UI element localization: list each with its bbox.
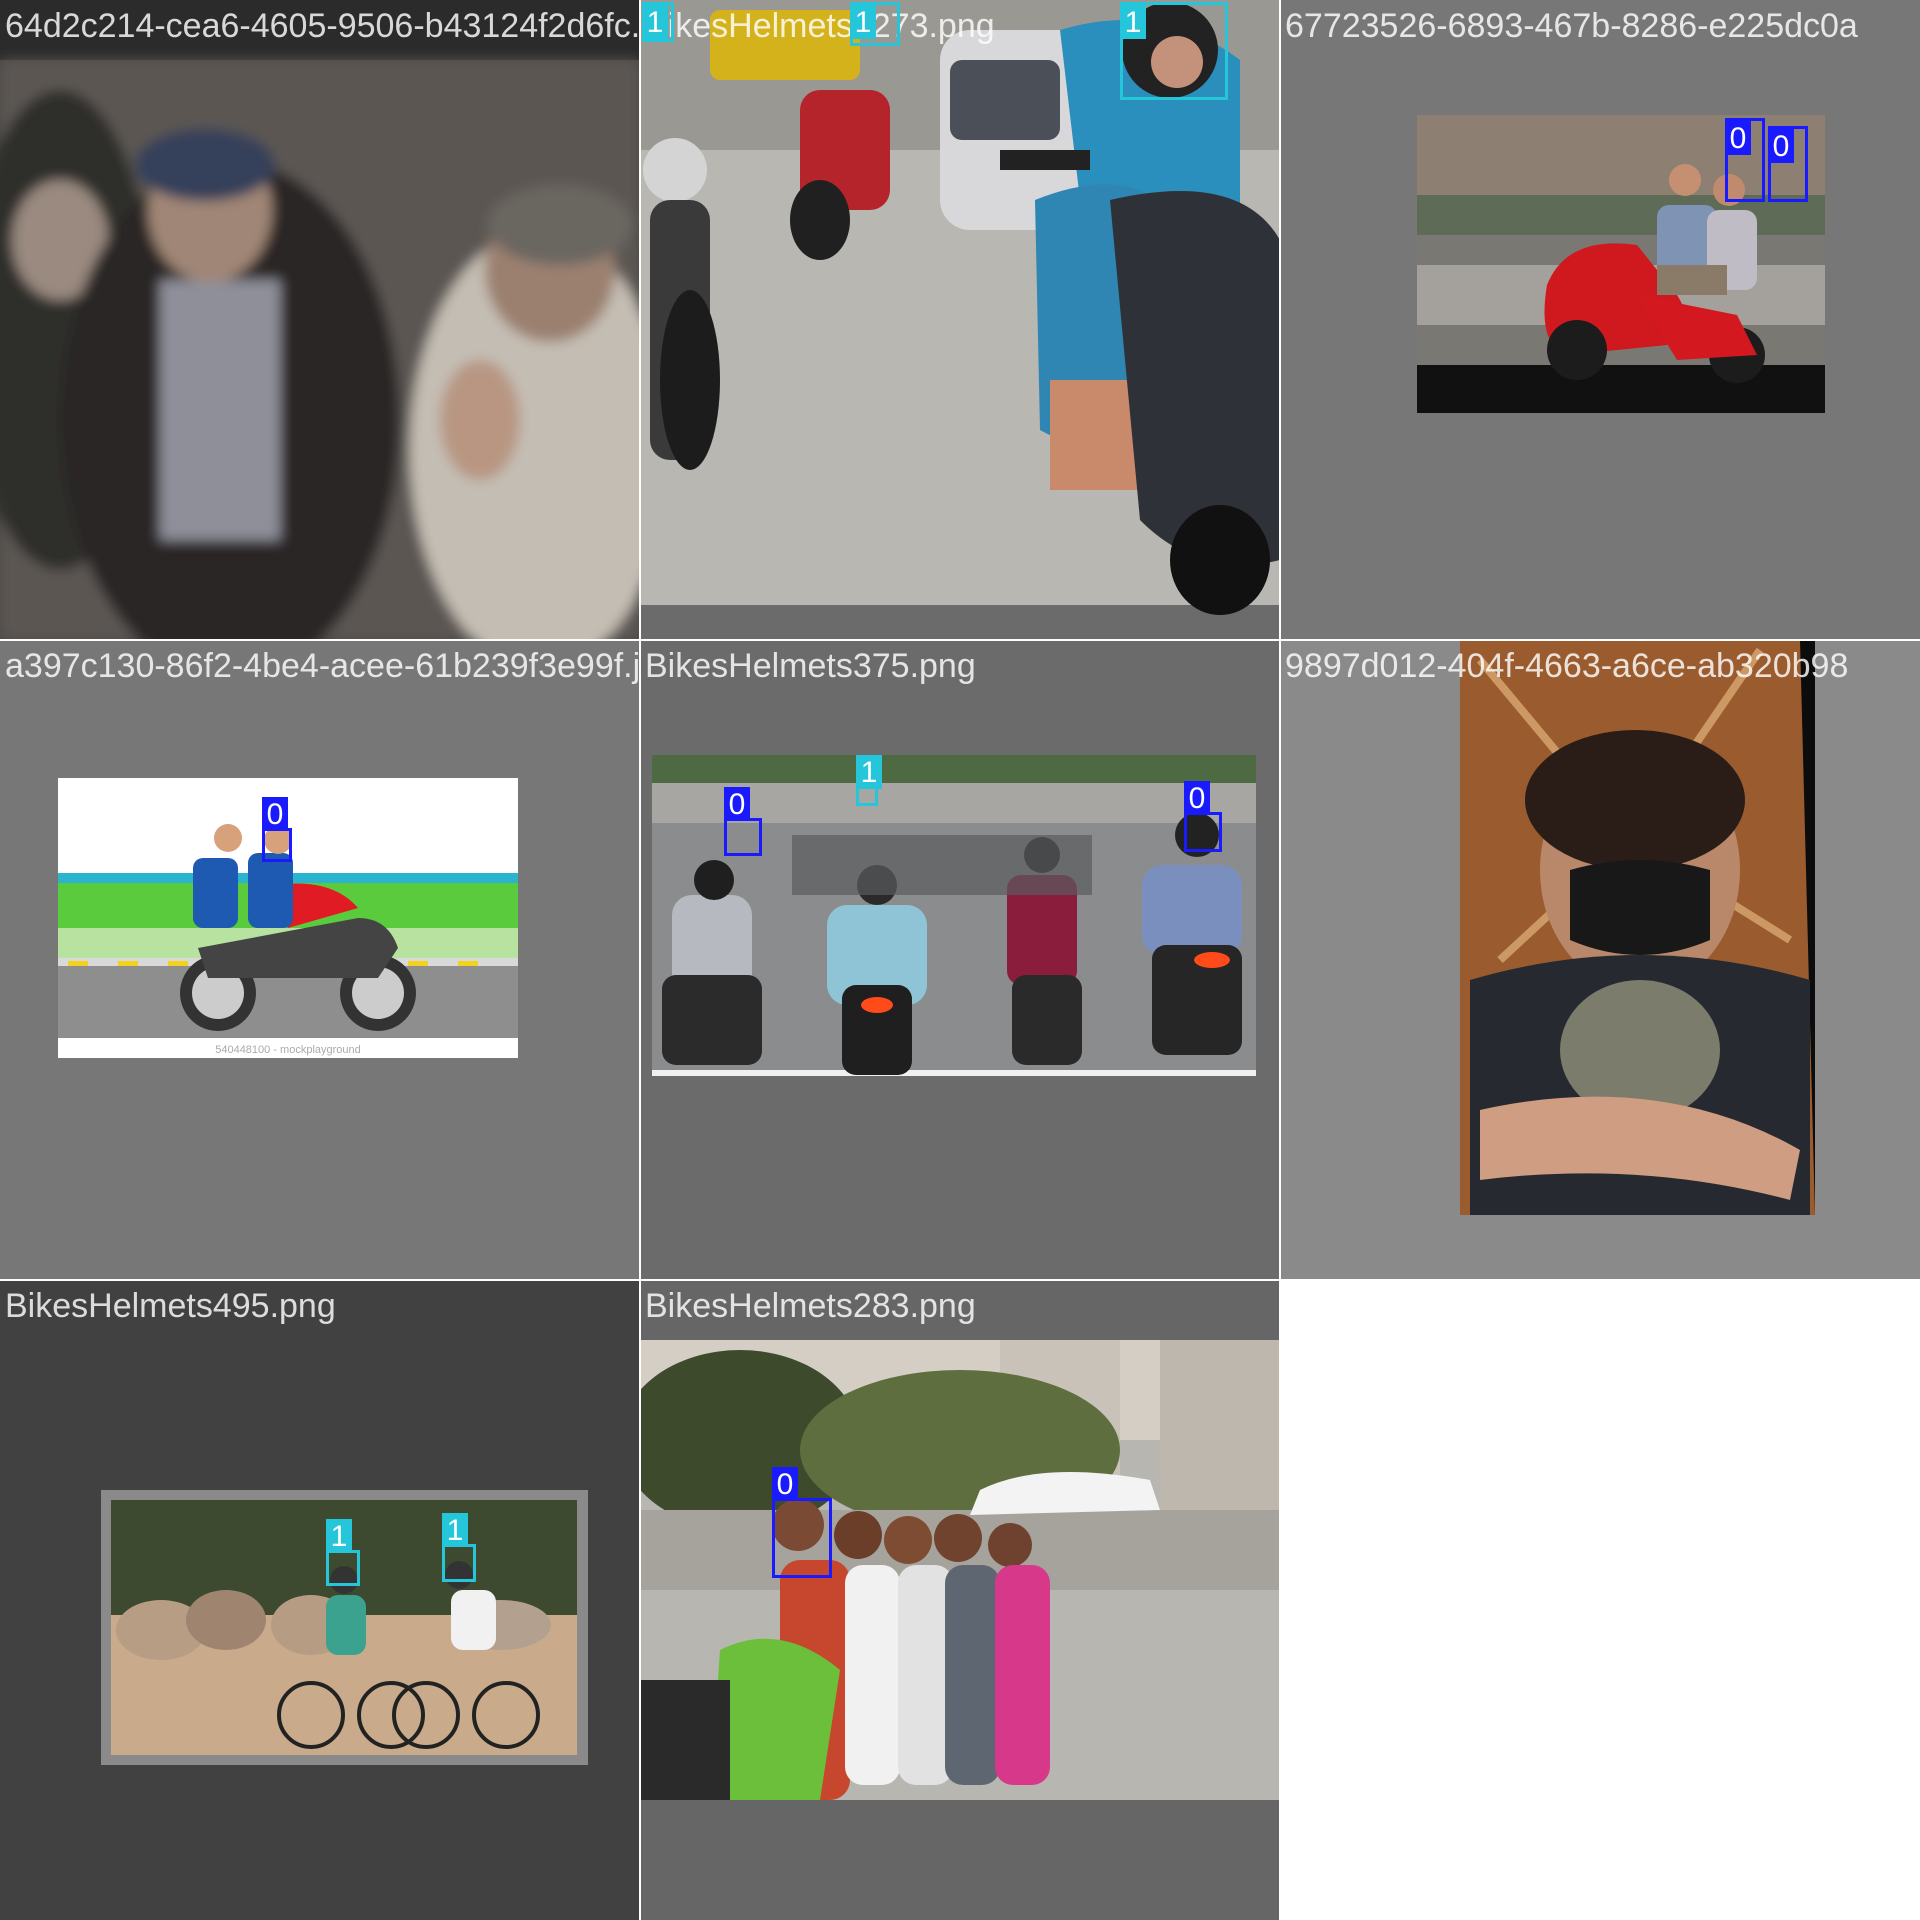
detection-box[interactable]: 1 — [442, 1513, 476, 1582]
detection-box[interactable]: 0 — [1725, 118, 1765, 202]
tile-filename: BikesHelmets375.png — [645, 647, 976, 685]
tile-filename: BikesHelmets1273.png — [645, 7, 995, 45]
detection-box[interactable]: 0 — [1768, 126, 1808, 202]
tile-filename: 9897d012-404f-4663-a6ce-ab320b98 — [1285, 647, 1849, 685]
tile-image-2[interactable]: 67723526-6893-467b-8286-e225dc0a 0 0 — [1280, 0, 1920, 640]
tile-image-1[interactable]: BikesHelmets1273.png 1 1 1 — [640, 0, 1280, 640]
detection-box[interactable]: 1 — [326, 1519, 360, 1586]
detection-class-label: 1 — [442, 1513, 468, 1547]
grid-divider — [639, 0, 641, 1920]
detection-class-label: 0 — [1184, 781, 1210, 815]
detection-class-label: 0 — [724, 787, 750, 821]
detection-class-label: 1 — [850, 5, 876, 39]
tile-filename: 67723526-6893-467b-8286-e225dc0a — [1285, 7, 1858, 45]
photo-red-scooter — [1280, 0, 1920, 640]
detection-box[interactable]: 1 — [856, 755, 882, 806]
detection-class-label: 0 — [1768, 129, 1794, 163]
grid-divider — [0, 639, 1920, 641]
tile-filename: a397c130-86f2-4be4-acee-61b239f3e99f.jpg — [5, 647, 640, 685]
photo-traffic-riders — [640, 640, 1280, 1280]
detection-box[interactable]: 1 — [850, 2, 900, 46]
photo-masked-person — [1280, 640, 1920, 1280]
tile-image-7[interactable]: BikesHelmets283.png 0 — [640, 1280, 1280, 1920]
detection-box[interactable]: 0 — [262, 797, 292, 862]
photo-cyclists — [0, 1280, 640, 1920]
tile-image-0[interactable]: 64d2c214-cea6-4605-9506-b43124f2d6fc.jpg — [0, 0, 640, 640]
tile-filename: BikesHelmets495.png — [5, 1287, 336, 1325]
tile-filename: 64d2c214-cea6-4605-9506-b43124f2d6fc.jpg — [5, 7, 640, 45]
detection-box[interactable]: 0 — [772, 1467, 832, 1578]
detection-box[interactable]: 1 — [1120, 2, 1228, 100]
detection-class-label: 1 — [856, 755, 882, 789]
mosaic-grid: 64d2c214-cea6-4605-9506-b43124f2d6fc.jpg… — [0, 0, 1920, 1920]
tile-image-6[interactable]: BikesHelmets495.png 1 1 — [0, 1280, 640, 1920]
tile-image-4[interactable]: BikesHelmets375.png 0 1 0 — [640, 640, 1280, 1280]
tile-image-5[interactable]: 9897d012-404f-4663-a6ce-ab320b98 — [1280, 640, 1920, 1280]
detection-class-label: 1 — [326, 1519, 352, 1553]
detection-box[interactable]: 1 — [642, 2, 674, 42]
photo-group-scooter — [640, 1280, 1280, 1920]
watermark: 540448100 - mockplayground — [215, 1044, 361, 1056]
grid-divider — [1279, 0, 1281, 1920]
detection-class-label: 0 — [262, 797, 288, 831]
grid-divider — [0, 1279, 1920, 1281]
photo-blurred-people — [0, 0, 640, 640]
tile-filename: BikesHelmets283.png — [645, 1287, 976, 1325]
tile-image-3[interactable]: 540448100 - mockplayground a397c130-86f2… — [0, 640, 640, 1280]
detection-box[interactable]: 0 — [1184, 781, 1222, 852]
detection-class-label: 1 — [1120, 5, 1146, 39]
detection-class-label: 0 — [1725, 121, 1751, 155]
detection-box[interactable]: 0 — [724, 787, 762, 856]
detection-class-label: 0 — [772, 1467, 798, 1501]
illustration-motorcycle-riders: 540448100 - mockplayground — [0, 640, 640, 1280]
detection-class-label: 1 — [642, 5, 668, 39]
